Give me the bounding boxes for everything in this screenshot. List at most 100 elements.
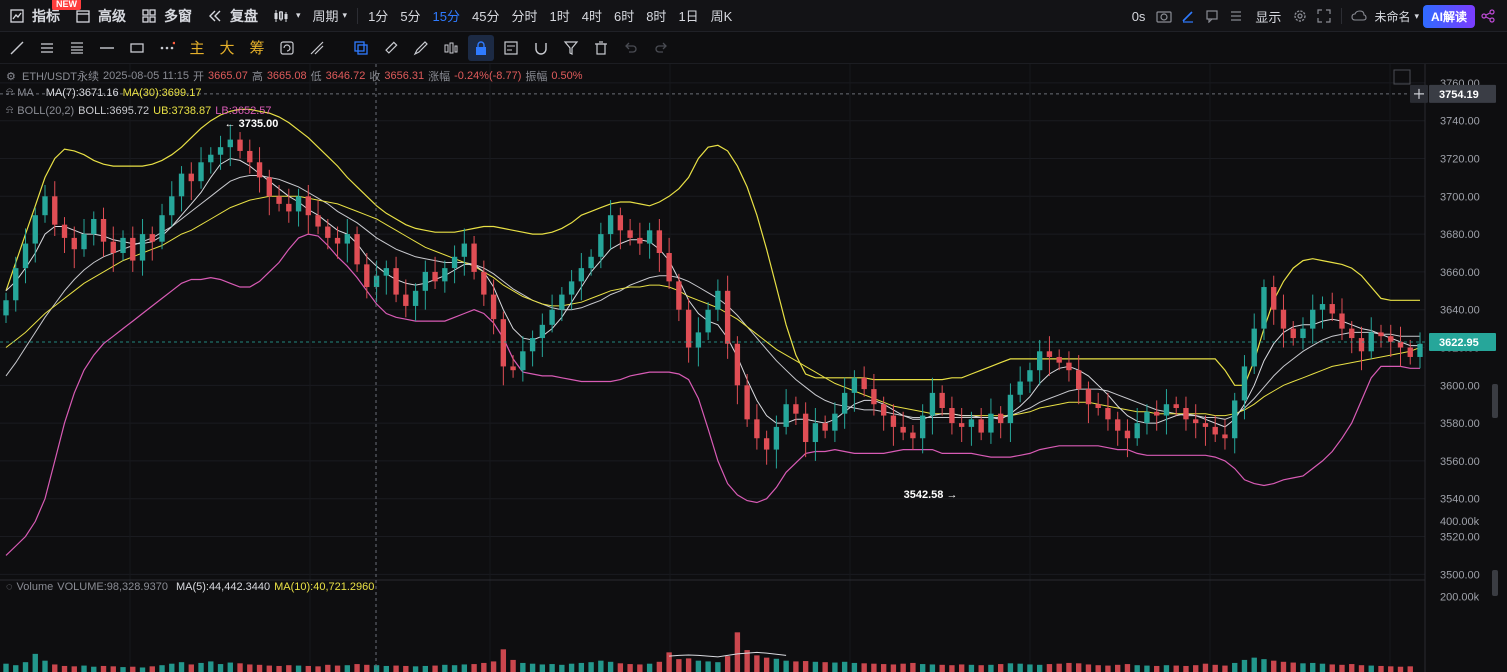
candle-body[interactable] — [1193, 419, 1199, 424]
volume-bar[interactable] — [773, 658, 780, 672]
candle-body[interactable] — [1115, 419, 1121, 431]
candle-body[interactable] — [344, 234, 350, 244]
volume-bar[interactable] — [978, 665, 984, 672]
candle-body[interactable] — [120, 237, 126, 254]
candle-body[interactable] — [754, 419, 760, 439]
candle-body[interactable] — [1037, 351, 1043, 371]
cycle-tool-icon[interactable] — [274, 35, 300, 61]
volume-bar[interactable] — [958, 664, 965, 672]
volume-bar[interactable] — [451, 665, 458, 672]
volume-bar[interactable] — [910, 662, 916, 672]
volume-bar[interactable] — [256, 664, 263, 672]
candle-body[interactable] — [490, 294, 497, 320]
volume-bar[interactable] — [1251, 657, 1257, 672]
volume-bar[interactable] — [1193, 665, 1199, 672]
candle-body[interactable] — [646, 230, 653, 244]
volume-bar[interactable] — [247, 664, 253, 672]
volume-bar[interactable] — [1154, 665, 1160, 672]
horizontal-line-tool-icon[interactable] — [94, 35, 120, 61]
strategy-tool-icon[interactable] — [498, 35, 524, 61]
volume-bar[interactable] — [705, 661, 711, 672]
candle-body[interactable] — [315, 215, 321, 227]
volume-bar[interactable] — [71, 666, 77, 672]
interval-10-button[interactable]: 周K — [705, 0, 739, 32]
candle-body[interactable] — [110, 241, 116, 254]
candle-body[interactable] — [481, 271, 487, 295]
volume-bar[interactable] — [1290, 662, 1296, 672]
settings-small-icon[interactable]: ⚙ — [6, 70, 18, 83]
volume-bar[interactable] — [208, 661, 214, 672]
volume-bar[interactable] — [305, 665, 311, 672]
trash-icon[interactable] — [588, 35, 614, 61]
volume-bar[interactable] — [266, 665, 272, 672]
volume-bar[interactable] — [100, 665, 107, 672]
comment-icon[interactable] — [1201, 5, 1223, 27]
filter-tool-icon[interactable] — [558, 35, 584, 61]
candle-body[interactable] — [568, 281, 575, 295]
candle-body[interactable] — [880, 404, 887, 416]
candle-body[interactable] — [256, 162, 263, 178]
volume-bar[interactable] — [403, 665, 409, 672]
pattern-tool-icon[interactable] — [438, 35, 464, 61]
volume-bar[interactable] — [442, 664, 448, 672]
volume-bar[interactable] — [549, 664, 555, 672]
candle-body[interactable] — [1085, 389, 1092, 405]
volume-bar[interactable] — [422, 665, 429, 672]
volume-bar[interactable] — [159, 665, 165, 672]
volume-bar[interactable] — [1163, 665, 1170, 672]
candle-body[interactable] — [763, 438, 770, 450]
volume-bar[interactable] — [1241, 659, 1248, 672]
volume-bar[interactable] — [1202, 663, 1209, 672]
candle-body[interactable] — [1163, 404, 1170, 416]
indicators-button[interactable]: 指标 NEW — [0, 0, 81, 32]
candle-body[interactable] — [929, 392, 936, 416]
candle-body[interactable] — [1319, 304, 1326, 310]
candle-body[interactable] — [1329, 304, 1335, 314]
rectangle-tool-icon[interactable] — [124, 35, 150, 61]
redo-icon[interactable] — [648, 35, 674, 61]
candle-body[interactable] — [598, 234, 604, 257]
scrollbar-handle[interactable] — [1492, 384, 1498, 418]
candle-body[interactable] — [305, 196, 311, 216]
magnet-tool-icon[interactable] — [528, 35, 554, 61]
volume-bar[interactable] — [1085, 664, 1092, 672]
share-icon[interactable] — [1477, 5, 1499, 27]
volume-bar[interactable] — [344, 665, 350, 672]
candle-body[interactable] — [666, 253, 672, 282]
interval-9-button[interactable]: 1日 — [672, 0, 704, 32]
candle-body[interactable] — [1349, 328, 1355, 339]
volume-bar[interactable] — [1300, 663, 1306, 672]
volume-bar[interactable] — [637, 664, 643, 672]
candle-body[interactable] — [1310, 309, 1316, 329]
volume-bar[interactable] — [822, 662, 828, 672]
candle-body[interactable] — [149, 234, 155, 242]
volume-bar[interactable] — [1407, 666, 1413, 672]
candle-body[interactable] — [1046, 351, 1053, 357]
volume-bar[interactable] — [1144, 665, 1150, 672]
period-dropdown[interactable]: 周期 ▾ — [307, 0, 354, 32]
candle-body[interactable] — [1251, 328, 1257, 367]
volume-bar[interactable] — [754, 655, 760, 672]
candle-body[interactable] — [412, 290, 419, 306]
candle-body[interactable] — [1076, 370, 1082, 390]
volume-bar[interactable] — [793, 661, 799, 672]
parallel-lines-tool-icon[interactable] — [34, 35, 60, 61]
candle-body[interactable] — [286, 203, 292, 212]
candle-body[interactable] — [13, 268, 19, 301]
candle-body[interactable] — [247, 150, 253, 163]
volume-bar[interactable] — [1007, 663, 1014, 672]
chart-type-button[interactable]: ▾ — [264, 0, 307, 32]
volume-bar[interactable] — [1095, 665, 1101, 672]
candle-body[interactable] — [1261, 287, 1267, 329]
camera-icon[interactable] — [1153, 5, 1175, 27]
volume-bar[interactable] — [91, 666, 97, 672]
volume-bar[interactable] — [861, 663, 867, 672]
volume-bar[interactable] — [237, 663, 243, 672]
candle-body[interactable] — [588, 256, 594, 269]
volume-bar[interactable] — [812, 661, 819, 672]
candle-body[interactable] — [1407, 347, 1413, 357]
candle-body[interactable] — [1339, 313, 1345, 329]
volume-bar[interactable] — [130, 666, 136, 672]
volume-bar[interactable] — [598, 660, 604, 672]
volume-bar[interactable] — [1017, 663, 1023, 672]
